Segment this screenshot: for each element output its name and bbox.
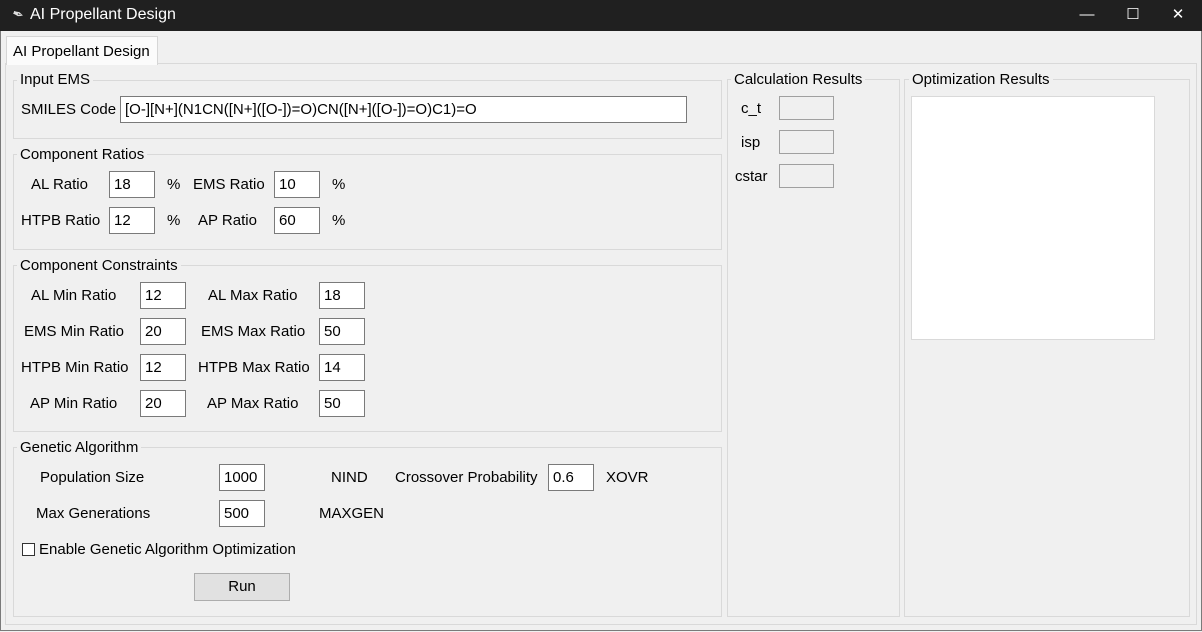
maxgen-label: MAXGEN <box>319 505 385 522</box>
htpb-max-label: HTPB Max Ratio <box>198 359 310 376</box>
enable-ga-checkbox[interactable] <box>22 543 35 556</box>
ems-ratio-label: EMS Ratio <box>193 176 265 193</box>
ems-min-label: EMS Min Ratio <box>24 323 125 340</box>
smiles-label: SMILES Code <box>21 101 117 118</box>
ap-max-label: AP Max Ratio <box>207 395 299 412</box>
minimize-button[interactable]: — <box>1064 0 1110 31</box>
ap-ratio-label: AP Ratio <box>198 212 257 229</box>
close-button[interactable]: ✕ <box>1155 0 1201 31</box>
ems-min-input[interactable]: 20 <box>140 318 186 345</box>
population-size-label: Population Size <box>40 469 145 486</box>
ap-min-label: AP Min Ratio <box>30 395 118 412</box>
ct-label: c_t <box>741 100 762 117</box>
max-generations-input[interactable]: 500 <box>219 500 265 527</box>
calculation-results-legend: Calculation Results <box>731 71 866 88</box>
nind-label: NIND <box>331 469 368 486</box>
enable-ga-label[interactable]: Enable Genetic Algorithm Optimization <box>39 541 296 558</box>
htpb-percent: % <box>167 212 181 229</box>
isp-label: isp <box>741 134 761 151</box>
component-ratios-legend: Component Ratios <box>17 146 148 163</box>
smiles-input[interactable]: [O-][N+](N1CN([N+]([O-])=O)CN([N+]([O-])… <box>120 96 687 123</box>
al-percent: % <box>167 176 181 193</box>
tab-label: AI Propellant Design <box>13 43 150 60</box>
crossover-probability-label: Crossover Probability <box>395 469 538 486</box>
component-constraints-legend: Component Constraints <box>17 257 181 274</box>
ap-percent: % <box>332 212 346 229</box>
ems-ratio-input[interactable]: 10 <box>274 171 320 198</box>
al-max-label: AL Max Ratio <box>208 287 298 304</box>
ems-max-label: EMS Max Ratio <box>201 323 306 340</box>
htpb-min-input[interactable]: 12 <box>140 354 186 381</box>
input-ems-legend: Input EMS <box>17 71 94 88</box>
al-max-input[interactable]: 18 <box>319 282 365 309</box>
feather-icon: ✒ <box>9 4 27 24</box>
optimization-results-legend: Optimization Results <box>909 71 1053 88</box>
al-min-input[interactable]: 12 <box>140 282 186 309</box>
maximize-button[interactable]: ☐ <box>1110 0 1156 31</box>
crossover-probability-input[interactable]: 0.6 <box>548 464 594 491</box>
max-generations-label: Max Generations <box>36 505 151 522</box>
cstar-label: cstar <box>735 168 768 185</box>
component-ratios-group <box>13 154 722 250</box>
calculation-results-group <box>727 79 900 617</box>
ems-percent: % <box>332 176 346 193</box>
ap-ratio-input[interactable]: 60 <box>274 207 320 234</box>
al-ratio-input[interactable]: 18 <box>109 171 155 198</box>
htpb-ratio-label: HTPB Ratio <box>21 212 101 229</box>
genetic-algorithm-legend: Genetic Algorithm <box>17 439 142 456</box>
cstar-output <box>779 164 834 188</box>
population-size-input[interactable]: 1000 <box>219 464 265 491</box>
ap-max-input[interactable]: 50 <box>319 390 365 417</box>
title-bar[interactable]: ✒ AI Propellant Design — ☐ ✕ <box>0 0 1202 31</box>
isp-output <box>779 130 834 154</box>
window-title: AI Propellant Design <box>30 6 176 23</box>
ems-max-input[interactable]: 50 <box>319 318 365 345</box>
tab-ai-propellant-design[interactable]: AI Propellant Design <box>6 36 158 65</box>
htpb-ratio-input[interactable]: 12 <box>109 207 155 234</box>
component-constraints-group <box>13 265 722 432</box>
al-min-label: AL Min Ratio <box>31 287 117 304</box>
xovr-label: XOVR <box>606 469 649 486</box>
ap-min-input[interactable]: 20 <box>140 390 186 417</box>
ct-output <box>779 96 834 120</box>
htpb-min-label: HTPB Min Ratio <box>21 359 129 376</box>
run-button[interactable]: Run <box>194 573 290 601</box>
htpb-max-input[interactable]: 14 <box>319 354 365 381</box>
optimization-results-textbox[interactable] <box>911 96 1155 340</box>
al-ratio-label: AL Ratio <box>31 176 88 193</box>
